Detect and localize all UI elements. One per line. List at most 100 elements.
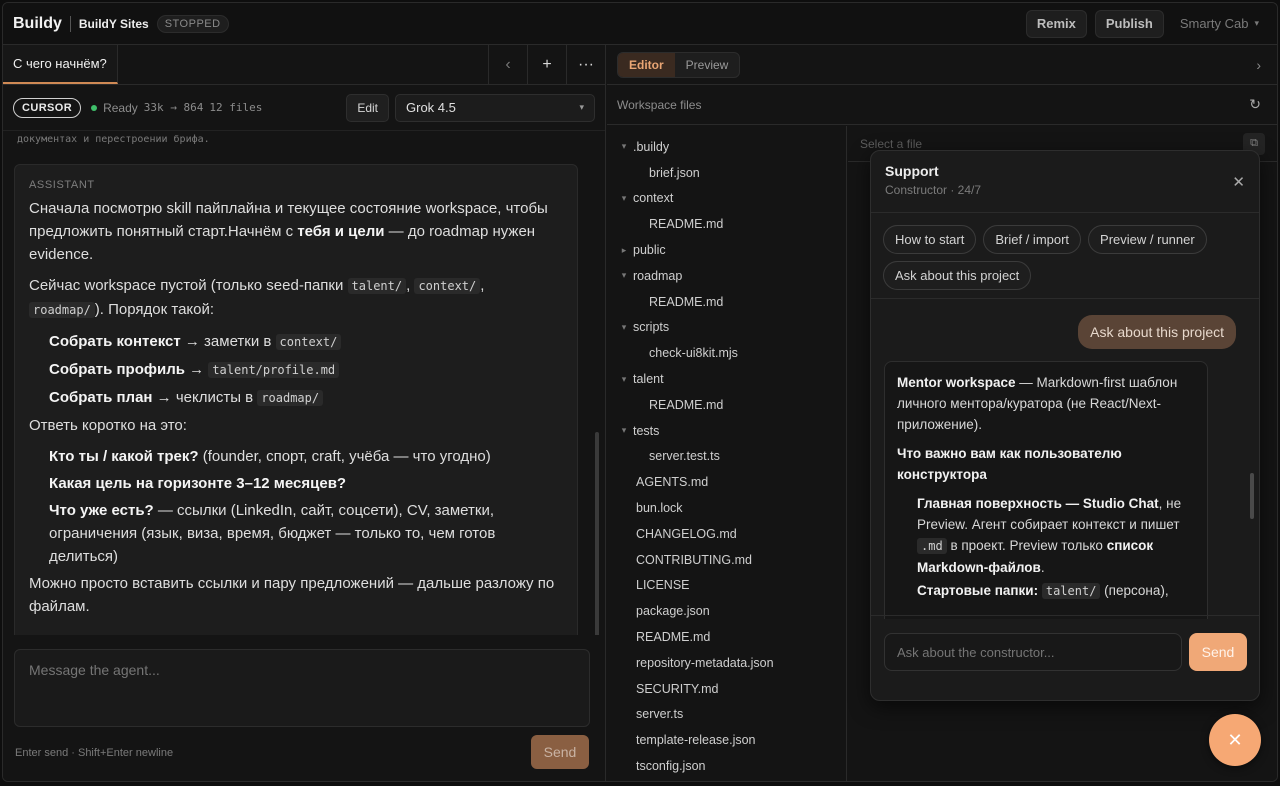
tree-file[interactable]: template-release.json [607,727,846,753]
tree-file[interactable]: server.test.ts [607,444,846,470]
agent-badge[interactable]: CURSOR [13,97,82,118]
chip-how-to-start[interactable]: How to start [883,225,977,254]
support-popup: Support Constructor · 24/7 ✕ How to star… [870,150,1260,701]
chat-scroll-area[interactable]: документах и перестроении брифа. ASSISTA… [3,132,605,635]
tab-chat[interactable]: С чего начнём? [3,45,118,84]
chip-brief-import[interactable]: Brief / import [983,225,1082,254]
tree-folder[interactable]: ▸ public [607,237,846,263]
list-item: Собрать план → чеклисты в roadmap/ [49,386,563,410]
inline-code: .md [917,538,947,554]
support-send-button[interactable]: Send [1189,633,1247,671]
chevron-left-icon[interactable]: ‹ [488,45,527,84]
tree-folder[interactable]: ▾ scripts [607,315,846,341]
text-bold: Что важно вам как пользователю конструкт… [897,446,1122,482]
tree-file[interactable]: SECURITY.md [607,676,846,702]
remix-button[interactable]: Remix [1025,9,1087,38]
support-messages[interactable]: Ask about this project Mentor workspace … [871,303,1259,619]
file-tree: ▾ .buildy brief.json ▾ context README.md ▸ publ… [607,126,847,781]
chip-ask-project[interactable]: Ask about this project [883,261,1032,290]
tree-file[interactable]: LICENSE [607,573,846,599]
chevron-down-icon: ▾ [621,425,627,436]
support-scrollbar[interactable] [1250,473,1254,519]
tree-file[interactable]: CONTRIBUTING.md [607,547,846,573]
publish-button[interactable]: Publish [1094,9,1164,38]
list-item: Что уже есть? — ссылки (LinkedIn, сайт, … [49,499,563,568]
tree-file[interactable]: AGENTS.md [607,469,846,495]
project-name[interactable]: BuildY Sites [79,17,149,31]
close-icon[interactable]: ✕ [1232,173,1245,191]
chat-tab-row: С чего начнём? ‹ + ··· [3,45,605,85]
list-item: Главная поверхность — Studio Chat, не Pr… [917,493,1195,578]
tree-item-label: CONTRIBUTING.md [636,552,752,567]
chip-preview-runner[interactable]: Preview / runner [1088,225,1207,254]
tree-file[interactable]: README.md [607,289,846,315]
chevron-down-icon: ▾ [621,321,627,332]
text: , [480,277,485,294]
message-input[interactable] [14,649,590,727]
close-support-button[interactable]: ✕ [1209,714,1261,766]
paragraph: Mentor workspace — Markdown-first шаблон… [897,372,1195,435]
chevron-down-icon: ▾ [621,373,627,384]
tree-file[interactable]: server.ts [607,702,846,728]
file-placeholder: Select a file [860,136,923,151]
heading: Что важно вам как пользователю конструкт… [897,443,1195,485]
tree-item-label: repository-metadata.json [636,655,774,670]
tree-item-label: talent [633,372,664,387]
text: ). Порядок такой: [94,301,215,318]
tree-item-label: context [633,191,674,206]
tree-item-label: SECURITY.md [636,681,719,696]
list-item: Кто ты / какой трек? (founder, спорт, cr… [49,445,563,468]
tree-folder[interactable]: ▾ roadmap [607,263,846,289]
app-window: Buildy BuildY Sites STOPPED Remix Publis… [2,2,1278,782]
tab-preview[interactable]: Preview [675,53,740,77]
tree-file[interactable]: README.md [607,624,846,650]
tree-file[interactable]: README.md [607,392,846,418]
chevron-down-icon: ▾ [1254,18,1259,28]
add-tab-button[interactable]: + [527,45,566,84]
support-header: Support Constructor · 24/7 ✕ [871,151,1259,213]
chat-scrollbar[interactable] [595,432,599,635]
brand-logo[interactable]: Buildy [13,15,62,33]
tree-file[interactable]: README.md [607,211,846,237]
paragraph: Сначала посмотрю skill пайплайна и текущ… [29,197,563,266]
support-input[interactable] [884,633,1182,671]
token-count: 33k → 864 [143,101,204,114]
tree-file[interactable]: tsconfig.json [607,753,846,779]
tree-item-label: CHANGELOG.md [636,526,737,541]
tree-item-label: brief.json [649,165,700,180]
tree-folder[interactable]: ▾ tests [607,418,846,444]
tab-editor[interactable]: Editor [618,52,675,77]
quick-topics: How to start Brief / import Preview / ru… [871,213,1259,299]
edit-button[interactable]: Edit [346,93,389,122]
refresh-icon[interactable]: ↻ [1249,96,1261,113]
tree-item-label: template-release.json [636,733,756,748]
user-menu[interactable]: Smarty Cab ▾ [1172,16,1267,31]
tree-file[interactable]: CHANGELOG.md [607,521,846,547]
list-item: Какая цель на горизонте 3–12 месяцев? [49,472,563,495]
tree-file[interactable]: bun.lock [607,495,846,521]
tree-item-label: README.md [649,294,724,309]
tree-item-label: roadmap [633,268,683,283]
tree-file[interactable]: brief.json [607,160,846,186]
tree-item-label: public [633,243,666,258]
tree-folder[interactable]: ▾ context [607,186,846,212]
tree-folder[interactable]: ▾ talent [607,366,846,392]
more-icon[interactable]: ··· [566,45,605,84]
model-select[interactable]: Grok 4.5 ▾ [395,93,595,122]
inline-code: talent/ [1041,583,1101,599]
chevron-right-icon[interactable]: › [1256,57,1261,73]
tree-file[interactable]: check-ui8kit.mjs [607,340,846,366]
tree-folder[interactable]: ▾ .buildy [607,134,846,160]
status-dot-icon [91,104,98,111]
tree-file[interactable]: package.json [607,598,846,624]
bot-list: Главная поверхность — Studio Chat, не Pr… [897,493,1195,602]
top-bar: Buildy BuildY Sites STOPPED Remix Publis… [3,3,1277,45]
send-button[interactable]: Send [531,735,589,769]
tree-file[interactable]: repository-metadata.json [607,650,846,676]
text-bold: Главная поверхность — Studio Chat [917,496,1159,511]
text-bold: Какая цель на горизонте 3–12 месяцев? [49,475,347,492]
previous-message-snippet: документах и перестроении брифа. [17,134,210,145]
text-bold: Кто ты / какой трек? [49,448,199,465]
inline-code: talent/profile.md [208,362,340,378]
view-switch: Editor Preview [617,51,741,78]
